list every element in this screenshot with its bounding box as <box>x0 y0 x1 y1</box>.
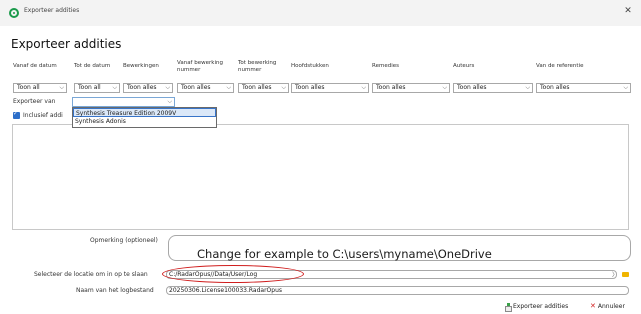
column-header-remedies: Remedies <box>372 63 399 69</box>
column-header-from-date: Vanaf de datum <box>13 63 57 69</box>
include-checkbox[interactable] <box>13 110 20 119</box>
filter-chapters[interactable]: Toon alles ⌵ <box>291 83 369 93</box>
export-from-label: Exporteer van <box>13 98 56 105</box>
filter-to-edit-number-value: Toon alles <box>242 84 272 91</box>
filter-from-edit-number-value: Toon alles <box>181 84 211 91</box>
chevron-down-icon: ⌵ <box>165 84 170 91</box>
column-header-to-date: Tot de datum <box>74 63 111 69</box>
filter-remedies-value: Toon alles <box>376 84 406 91</box>
window-title: Exporteer addities <box>24 7 80 14</box>
chevron-down-icon: ⌵ <box>361 84 366 91</box>
column-header-chapters: Hoofdstukken <box>291 63 329 69</box>
export-icon <box>505 302 512 312</box>
filter-reference-value: Toon alles <box>540 84 570 91</box>
additions-list[interactable] <box>12 124 629 230</box>
filter-from-date[interactable]: Toon all ⌵ <box>13 83 67 93</box>
filter-from-edit-number[interactable]: Toon alles ⌵ <box>177 83 234 93</box>
filter-chapters-value: Toon alles <box>295 84 325 91</box>
cancel-button-label: Annuleer <box>597 303 625 310</box>
annotation-text: Change for example to C:\users\myname\On… <box>197 247 492 261</box>
app-icon <box>9 8 19 18</box>
remarks-label: Opmerking (optioneel) <box>90 237 158 244</box>
filter-to-date[interactable]: Toon all ⌵ <box>74 83 120 93</box>
chevron-right-icon[interactable]: 〉 <box>612 270 618 279</box>
page-title: Exporteer addities <box>11 37 122 51</box>
close-icon[interactable]: ✕ <box>621 4 635 18</box>
save-location-label: Selecteer de locatie om in op te slaan <box>34 271 148 278</box>
filter-edits[interactable]: Toon alles ⌵ <box>123 83 173 93</box>
chevron-down-icon: ⌵ <box>525 84 530 91</box>
filter-authors[interactable]: Toon alles ⌵ <box>453 83 533 93</box>
filter-to-edit-number[interactable]: Toon alles ⌵ <box>238 83 289 93</box>
chevron-down-icon: ⌵ <box>167 98 172 105</box>
title-bar: Exporteer addities ✕ <box>0 0 641 26</box>
export-from-dropdown: Synthesis Treasure Edition 2009V Synthes… <box>72 107 217 128</box>
close-icon: ✕ <box>590 302 596 310</box>
log-file-input[interactable]: 20250306.License100033.RadarOpus <box>166 286 629 295</box>
export-from-select[interactable]: ⌵ <box>72 97 175 107</box>
column-header-authors: Auteurs <box>453 63 475 69</box>
folder-icon[interactable] <box>622 272 629 277</box>
filter-authors-value: Toon alles <box>457 84 487 91</box>
chevron-down-icon: ⌵ <box>112 84 117 91</box>
chevron-down-icon: ⌵ <box>281 84 286 91</box>
filter-edits-value: Toon alles <box>127 84 157 91</box>
cancel-button[interactable]: ✕ Annuleer <box>590 301 625 312</box>
log-file-label: Naam van het logbestand <box>76 287 154 294</box>
filter-remedies[interactable]: Toon alles ⌵ <box>372 83 450 93</box>
chevron-down-icon: ⌵ <box>226 84 231 91</box>
column-header-edits: Bewerkingen <box>123 63 159 69</box>
filter-to-date-value: Toon all <box>78 84 101 91</box>
dropdown-option[interactable]: Synthesis Adonis <box>73 117 216 126</box>
dropdown-option[interactable]: Synthesis Treasure Edition 2009V <box>73 108 216 117</box>
column-header-from-edit-number: Vanaf bewerking nummer <box>177 60 223 73</box>
include-checkbox-label: Inclusief addi <box>23 112 63 119</box>
chevron-down-icon: ⌵ <box>623 84 628 91</box>
filter-reference[interactable]: Toon alles ⌵ <box>536 83 631 93</box>
chevron-down-icon: ⌵ <box>59 84 64 91</box>
column-header-reference: Van de referentie <box>536 63 584 69</box>
filter-from-date-value: Toon all <box>17 84 40 91</box>
chevron-down-icon: ⌵ <box>442 84 447 91</box>
save-location-input[interactable]: C:/RadarOpus//Data/User/Log <box>166 270 617 279</box>
export-button-label: Exporteer addities <box>513 303 569 310</box>
export-button[interactable]: Exporteer addities <box>505 301 568 312</box>
column-header-to-edit-number: Tot bewerking nummer <box>238 60 277 73</box>
